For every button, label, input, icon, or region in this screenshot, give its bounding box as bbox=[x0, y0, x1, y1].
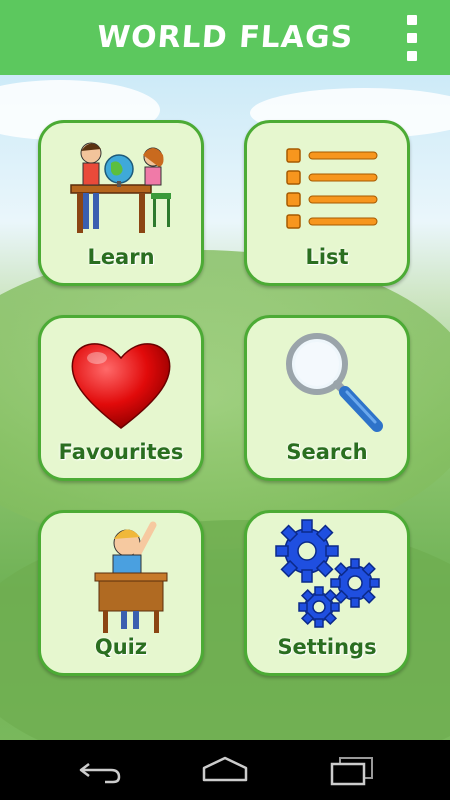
back-icon[interactable] bbox=[75, 754, 125, 786]
app-title: WORLD FLAGS bbox=[95, 20, 355, 55]
dot bbox=[407, 51, 417, 61]
menu-tile-label: Favourites bbox=[58, 440, 184, 464]
menu-tile-label: Settings bbox=[277, 635, 377, 659]
app-bar: WORLD FLAGS bbox=[0, 0, 450, 75]
menu-tile-label: List bbox=[305, 245, 349, 269]
recents-icon[interactable] bbox=[326, 754, 376, 786]
home-icon[interactable] bbox=[200, 754, 250, 786]
menu-tile-quiz[interactable]: Quiz bbox=[38, 510, 204, 676]
menu-tile-label: Learn bbox=[87, 245, 155, 269]
menu-tile-favourites[interactable]: Favourites bbox=[38, 315, 204, 481]
menu-tile-learn[interactable]: Learn bbox=[38, 120, 204, 286]
dot bbox=[407, 33, 417, 43]
menu-tile-settings[interactable]: Settings bbox=[244, 510, 410, 676]
menu-tile-label: Search bbox=[286, 440, 368, 464]
overflow-menu-button[interactable] bbox=[402, 15, 422, 61]
menu-tile-label: Quiz bbox=[94, 635, 148, 659]
dot bbox=[407, 15, 417, 25]
system-nav-bar bbox=[0, 740, 450, 800]
menu-tile-list[interactable]: List bbox=[244, 120, 410, 286]
menu-tile-search[interactable]: Search bbox=[244, 315, 410, 481]
app-screen: WORLD FLAGS Learn List Favourites Search… bbox=[0, 0, 450, 740]
